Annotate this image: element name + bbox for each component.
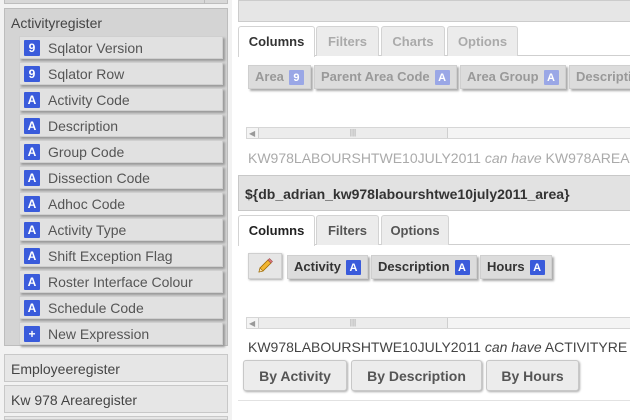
field-item[interactable]: A Dissection Code — [19, 166, 223, 189]
field-label: Dissection Code — [48, 169, 150, 186]
sort-by-hours-button[interactable]: By Hours — [486, 360, 579, 391]
plus-icon: + — [24, 325, 40, 342]
panel2-horizontal-scrollbar[interactable]: ◀ ||| — [246, 317, 630, 329]
text-type-icon: A — [24, 143, 40, 160]
number-type-icon: 9 — [24, 39, 40, 56]
chip-label: Area Group — [467, 69, 539, 84]
field-label: Adhoc Code — [48, 195, 126, 212]
text-type-icon: A — [24, 195, 40, 212]
tab-options[interactable]: Options — [447, 26, 518, 56]
new-expression-item[interactable]: + New Expression — [19, 322, 223, 345]
tab-options[interactable]: Options — [381, 215, 449, 245]
field-label: Shift Exception Flag — [48, 247, 173, 264]
field-label: Description — [48, 117, 119, 134]
text-type-icon: A — [529, 260, 545, 275]
grip-icon[interactable]: ||| — [258, 318, 448, 328]
field-item[interactable]: A Activity Type — [19, 218, 223, 241]
panel1-tabs: Columns Filters Charts Options — [238, 26, 630, 57]
text-type-icon: A — [454, 260, 470, 275]
pencil-icon — [258, 258, 273, 273]
chip-label: Activity — [294, 259, 341, 274]
text-type-icon: A — [24, 273, 40, 290]
field-item[interactable]: 9 Sqlator Version — [19, 36, 223, 59]
panel2-tabs: Columns Filters Options — [238, 215, 630, 246]
column-chip-description[interactable]: Descriptio — [569, 65, 630, 89]
top-panel-header — [238, 0, 630, 22]
panel2-relation-text: KW978LABOURSHTWE10JULY2011 can have ACTI… — [248, 339, 627, 355]
field-label: New Expression — [48, 325, 150, 342]
text-type-icon: A — [434, 70, 450, 85]
number-type-icon: 9 — [288, 70, 304, 85]
field-label: Sqlator Version — [48, 39, 143, 56]
field-label: Roster Interface Colour — [48, 273, 193, 290]
field-label: Sqlator Row — [48, 65, 125, 82]
section-kw978-arearegister[interactable]: Kw 978 Arearegister — [4, 385, 228, 413]
field-label: Activity Code — [48, 91, 130, 108]
grip-icon[interactable]: ||| — [258, 128, 448, 138]
field-item[interactable]: A Group Code — [19, 140, 223, 163]
field-item[interactable]: A Adhoc Code — [19, 192, 223, 215]
field-item[interactable]: A Activity Code — [19, 88, 223, 111]
bottom-separator — [238, 400, 630, 401]
arrow-left-icon[interactable]: ◀ — [249, 318, 255, 329]
field-item[interactable]: A Roster Interface Colour — [19, 270, 223, 293]
tab-charts[interactable]: Charts — [381, 26, 445, 56]
panel1-horizontal-scrollbar[interactable]: ◀ ||| — [246, 127, 630, 139]
field-label: Activity Type — [48, 221, 127, 238]
field-item[interactable]: A Shift Exception Flag — [19, 244, 223, 267]
tab-columns[interactable]: Columns — [238, 215, 315, 246]
tab-filters[interactable]: Filters — [316, 26, 379, 56]
column-chip-hours[interactable]: Hours A — [480, 255, 552, 279]
relation-target: KW978AREA — [545, 150, 630, 166]
field-item[interactable]: 9 Sqlator Row — [19, 62, 223, 85]
text-type-icon: A — [24, 221, 40, 238]
chip-label: Area — [255, 69, 284, 84]
text-type-icon: A — [24, 299, 40, 316]
panel1-relation-text: KW978LABOURSHTWE10JULY2011 can have KW97… — [248, 150, 630, 166]
chip-label: Description — [378, 259, 450, 274]
relation-table: KW978LABOURSHTWE10JULY2011 — [248, 150, 481, 166]
activityregister-group: Activityregister 9 Sqlator Version 9 Sqlat… — [4, 8, 228, 346]
text-type-icon: A — [24, 247, 40, 264]
field-item[interactable]: A Schedule Code — [19, 296, 223, 319]
relation-target: ACTIVITYRE — [544, 339, 628, 355]
group-title[interactable]: Activityregister — [11, 15, 102, 31]
field-item[interactable]: A Description — [19, 114, 223, 137]
column-chip-area-group[interactable]: Area Group A — [460, 65, 566, 89]
field-list: 9 Sqlator Version 9 Sqlator Row A Activity … — [19, 36, 223, 348]
relation-table: KW978LABOURSHTWE10JULY2011 — [248, 339, 481, 355]
edit-button[interactable] — [248, 253, 282, 279]
left-top-scrollbar[interactable] — [4, 0, 228, 4]
column-chip-description[interactable]: Description A — [371, 255, 477, 279]
field-label: Schedule Code — [48, 299, 144, 316]
sort-by-activity-button[interactable]: By Activity — [243, 360, 347, 391]
text-type-icon: A — [24, 117, 40, 134]
column-chip-area[interactable]: Area 9 — [248, 65, 311, 89]
text-type-icon: A — [543, 70, 559, 85]
tab-columns[interactable]: Columns — [238, 26, 315, 57]
panel2-title: ${db_adrian_kw978labourshtwe10july2011_a… — [238, 175, 630, 211]
relation-verb: can have — [484, 339, 542, 355]
field-label: Group Code — [48, 143, 125, 160]
chip-label: Hours — [487, 259, 525, 274]
arrow-left-icon[interactable]: ◀ — [249, 128, 255, 139]
chip-label: Parent Area Code — [321, 69, 430, 84]
relation-verb: can have — [484, 150, 542, 166]
column-chip-parent-area-code[interactable]: Parent Area Code A — [314, 65, 457, 89]
chip-label: Descriptio — [576, 69, 630, 84]
column-chip-activity[interactable]: Activity A — [287, 255, 368, 279]
text-type-icon: A — [345, 260, 361, 275]
tab-filters[interactable]: Filters — [316, 215, 379, 245]
section-employeeregister[interactable]: Employeeregister — [4, 354, 228, 382]
left-panel: Activityregister 9 Sqlator Version 9 Sqlat… — [0, 0, 232, 420]
text-type-icon: A — [24, 169, 40, 186]
left-bottom-edge — [4, 416, 228, 420]
number-type-icon: 9 — [24, 65, 40, 82]
text-type-icon: A — [24, 91, 40, 108]
sort-by-description-button[interactable]: By Description — [351, 360, 482, 391]
